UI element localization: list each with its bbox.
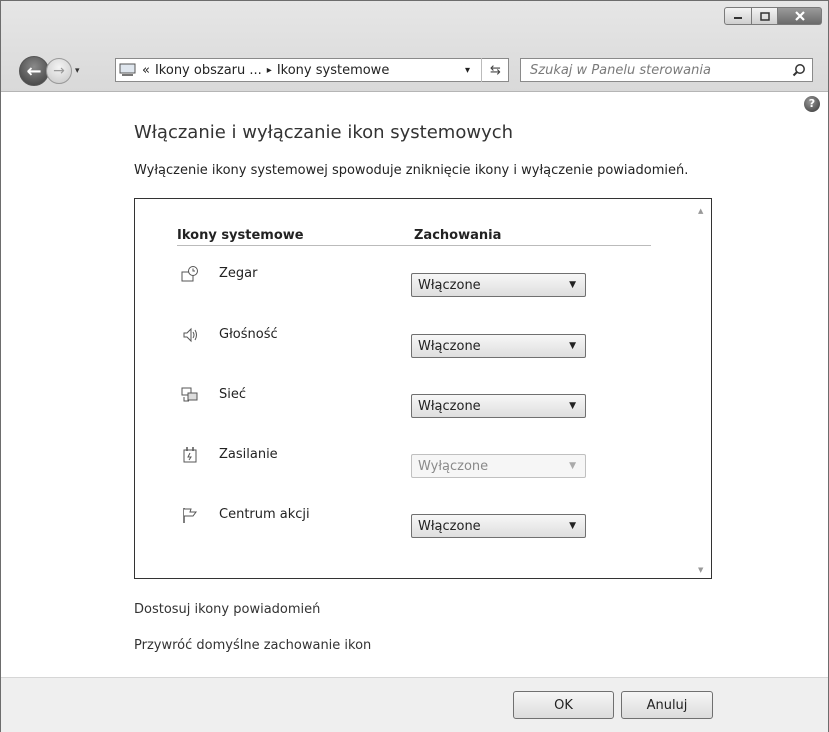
behavior-dropdown-power: Wyłączone ▼ xyxy=(411,454,586,478)
breadcrumb-notification-icons[interactable]: Ikony obszaru ... xyxy=(155,63,262,78)
minimize-button[interactable] xyxy=(724,7,752,25)
row-label: Zegar xyxy=(219,266,258,281)
scroll-up-icon[interactable]: ▲ xyxy=(698,207,703,215)
close-button[interactable] xyxy=(778,7,822,25)
row-label: Sieć xyxy=(219,387,247,402)
help-icon[interactable]: ? xyxy=(804,96,820,112)
column-header-icons: Ikony systemowe xyxy=(177,228,304,243)
ok-button[interactable]: OK xyxy=(513,691,614,719)
back-arrow-icon: ← xyxy=(26,60,42,82)
vertical-scrollbar[interactable]: ▲ ▼ xyxy=(694,199,711,578)
column-header-behaviors: Zachowania xyxy=(414,228,502,243)
refresh-button[interactable]: ⇆ xyxy=(481,58,509,82)
window: ← → ▾ « Ikony obszaru ... ▸ Ikony system… xyxy=(0,0,829,732)
search-icon[interactable] xyxy=(792,63,806,77)
network-icon xyxy=(181,387,198,402)
row-label: Zasilanie xyxy=(219,447,278,462)
row-label: Głośność xyxy=(219,327,278,342)
close-icon xyxy=(794,11,805,21)
list-item: Centrum akcji Włączone ▼ xyxy=(135,506,695,538)
action-center-flag-icon xyxy=(183,508,197,523)
breadcrumb-system-icons[interactable]: Ikony systemowe xyxy=(277,63,390,78)
chevron-down-icon: ▼ xyxy=(569,341,576,351)
dropdown-value: Włączone xyxy=(418,338,481,354)
minimize-icon xyxy=(734,17,742,19)
caption-buttons xyxy=(724,7,822,25)
navigation-buttons: ← → ▾ xyxy=(19,56,80,86)
search-input[interactable]: Szukaj w Panelu sterowania xyxy=(530,63,711,78)
title-bar: ← → ▾ « Ikony obszaru ... ▸ Ikony system… xyxy=(1,1,828,92)
dropdown-value: Wyłączone xyxy=(418,458,489,474)
breadcrumb-overflow[interactable]: « xyxy=(142,63,150,78)
row-label: Centrum akcji xyxy=(219,507,310,522)
forward-arrow-icon: → xyxy=(53,63,65,79)
behavior-dropdown-action-center[interactable]: Włączone ▼ xyxy=(411,514,586,538)
restore-default-behaviors-link[interactable]: Przywróć domyślne zachowanie ikon xyxy=(134,638,371,653)
behavior-dropdown-volume[interactable]: Włączone ▼ xyxy=(411,334,586,358)
recent-pages-dropdown[interactable]: ▾ xyxy=(75,66,80,76)
search-box[interactable]: Szukaj w Panelu sterowania xyxy=(520,58,813,82)
page-title: Włączanie i wyłączanie ikon systemowych xyxy=(134,122,514,143)
address-bar[interactable]: « Ikony obszaru ... ▸ Ikony systemowe ▾ xyxy=(115,58,509,82)
computer-icon xyxy=(119,63,136,76)
behavior-dropdown-clock[interactable]: Włączone ▼ xyxy=(411,273,586,297)
maximize-icon xyxy=(759,11,770,21)
chevron-down-icon: ▼ xyxy=(569,401,576,411)
list-item: Zasilanie Wyłączone ▼ xyxy=(135,446,695,478)
header-divider xyxy=(177,245,651,246)
maximize-button[interactable] xyxy=(752,7,778,25)
volume-icon xyxy=(183,327,197,343)
cancel-button[interactable]: Anuluj xyxy=(621,691,713,719)
list-item: Zegar Włączone ▼ xyxy=(135,265,695,297)
page-description: Wyłączenie ikony systemowej spowoduje zn… xyxy=(134,163,689,178)
chevron-down-icon: ▼ xyxy=(569,521,576,531)
dropdown-value: Włączone xyxy=(418,518,481,534)
list-item: Głośność Włączone ▼ xyxy=(135,326,695,358)
behavior-dropdown-network[interactable]: Włączone ▼ xyxy=(411,394,586,418)
system-icons-list: Ikony systemowe Zachowania Zegar Włączon… xyxy=(134,198,712,579)
address-dropdown-icon[interactable]: ▾ xyxy=(465,65,470,76)
list-item: Sieć Włączone ▼ xyxy=(135,386,695,418)
customize-notification-icons-link[interactable]: Dostosuj ikony powiadomień xyxy=(134,602,320,617)
dropdown-value: Włączone xyxy=(418,398,481,414)
back-button[interactable]: ← xyxy=(19,56,49,86)
breadcrumb-separator-icon[interactable]: ▸ xyxy=(267,65,272,76)
dialog-footer: OK Anuluj xyxy=(1,677,828,732)
dropdown-value: Włączone xyxy=(418,277,481,293)
chevron-down-icon: ▼ xyxy=(569,461,576,471)
forward-button[interactable]: → xyxy=(46,58,72,84)
clock-icon xyxy=(181,266,198,282)
refresh-icon: ⇆ xyxy=(490,62,501,78)
chevron-down-icon: ▼ xyxy=(569,280,576,290)
power-icon xyxy=(183,447,197,463)
scroll-down-icon[interactable]: ▼ xyxy=(698,566,703,574)
